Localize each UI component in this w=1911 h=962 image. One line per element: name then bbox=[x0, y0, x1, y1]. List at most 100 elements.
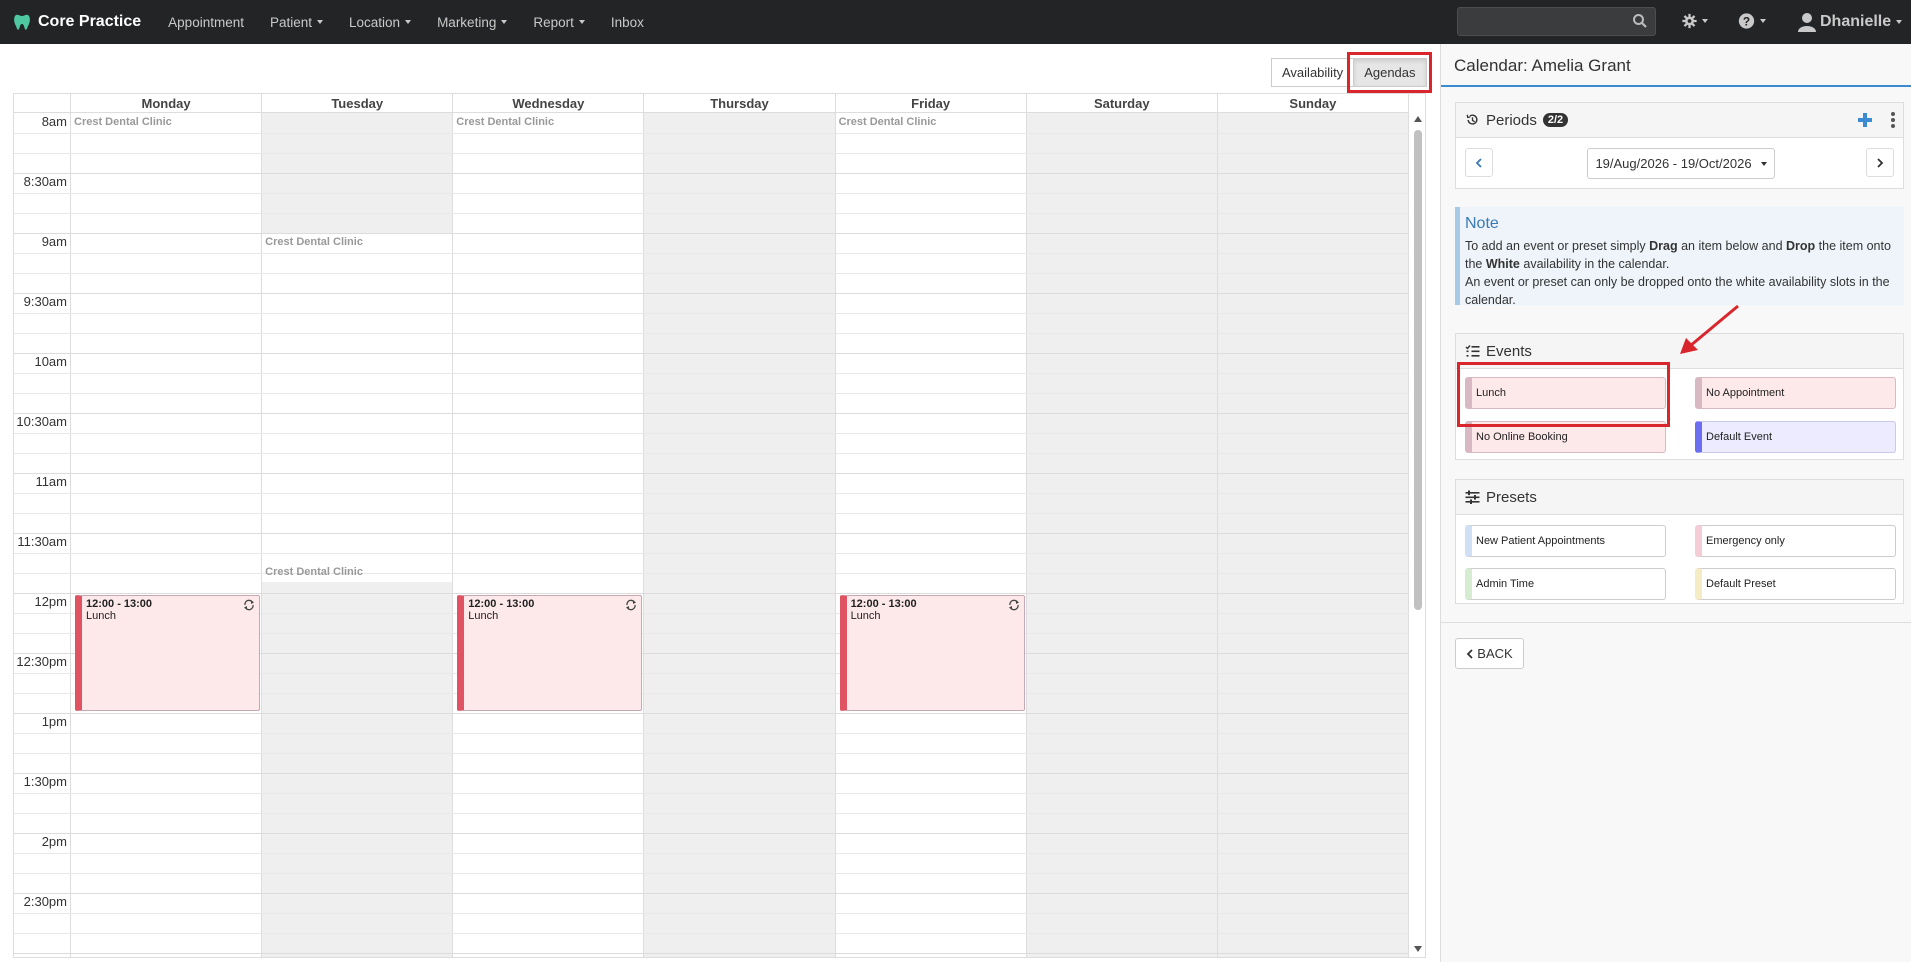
grid-line bbox=[14, 213, 1409, 214]
preset-item-label: New Patient Appointments bbox=[1476, 535, 1606, 547]
period-dropdown[interactable]: 19/Aug/2026 - 19/Oct/2026 bbox=[1587, 148, 1775, 179]
history-icon bbox=[1466, 114, 1478, 125]
preset-item-label: Emergency only bbox=[1706, 535, 1785, 547]
drag-drop-note: Note To add an event or preset simply Dr… bbox=[1455, 207, 1904, 307]
preset-item-emergency-only[interactable]: Emergency only bbox=[1695, 525, 1896, 557]
event-item-no-appointment[interactable]: No Appointment bbox=[1695, 377, 1896, 409]
time-label: 10am bbox=[34, 354, 67, 369]
add-period-plus-icon[interactable] bbox=[1857, 112, 1873, 128]
next-period-button[interactable] bbox=[1866, 148, 1894, 177]
nav-appointment[interactable]: Appointment bbox=[155, 0, 257, 44]
nav-report[interactable]: Report bbox=[520, 0, 598, 44]
help-menu[interactable]: ? bbox=[1738, 9, 1766, 33]
search-icon[interactable] bbox=[1632, 13, 1648, 29]
time-label: 2pm bbox=[41, 834, 67, 849]
caret-down-icon bbox=[578, 20, 585, 24]
time-label: 12pm bbox=[34, 594, 67, 609]
day-column-monday[interactable] bbox=[71, 113, 263, 957]
preset-item-label: Admin Time bbox=[1476, 578, 1535, 590]
event-title: Lunch bbox=[468, 610, 499, 622]
grid-line bbox=[14, 953, 1409, 954]
sliders-icon bbox=[1465, 490, 1480, 504]
availability-button[interactable]: Availability bbox=[1271, 58, 1355, 87]
recurring-icon bbox=[244, 599, 255, 611]
preset-item-default-preset[interactable]: Default Preset bbox=[1695, 568, 1896, 600]
clinic-label: Crest Dental Clinic bbox=[265, 236, 363, 248]
grid-line bbox=[14, 313, 1409, 314]
day-header-saturday: Saturday bbox=[1027, 94, 1218, 112]
clinic-label: Crest Dental Clinic bbox=[456, 116, 555, 128]
user-menu[interactable]: Dhanielle bbox=[1798, 0, 1903, 44]
grid-line bbox=[14, 393, 1409, 394]
preset-item-admin-time[interactable]: Admin Time bbox=[1465, 568, 1666, 600]
event-item-default-event[interactable]: Default Event bbox=[1695, 421, 1896, 453]
day-column-sunday[interactable] bbox=[1217, 113, 1409, 957]
nav-menu: Appointment Patient Location Marketing R… bbox=[155, 0, 657, 44]
calendar-event-lunch[interactable]: 12:00 - 13:00 Lunch bbox=[457, 595, 643, 711]
nav-marketing-label: Marketing bbox=[437, 14, 497, 30]
event-time: 12:00 - 13:00 bbox=[850, 598, 917, 610]
prev-period-button[interactable] bbox=[1465, 148, 1493, 177]
caret-down-icon bbox=[501, 20, 508, 24]
back-button[interactable]: BACK bbox=[1455, 638, 1524, 669]
note-text: an item below and bbox=[1677, 239, 1787, 253]
panel-title: Calendar: Amelia Grant bbox=[1454, 56, 1631, 75]
grid-line bbox=[14, 793, 1409, 794]
event-time: 12:00 - 13:00 bbox=[86, 598, 153, 610]
scroll-up-arrow-icon[interactable] bbox=[1414, 116, 1422, 122]
grid-line bbox=[14, 573, 1409, 574]
caret-down-icon bbox=[1896, 20, 1903, 24]
calendar-header: Monday Tuesday Wednesday Thursday Friday Satu… bbox=[14, 94, 1409, 113]
time-label: 8:30am bbox=[23, 174, 67, 189]
grid-line bbox=[14, 593, 1409, 594]
periods-box: Periods 2/2 19/Aug/2026 - 19/Oct/2026 bbox=[1455, 102, 1904, 189]
nav-report-label: Report bbox=[533, 14, 574, 30]
grid-line bbox=[14, 133, 1409, 134]
calendar-event-lunch[interactable]: 12:00 - 13:00 Lunch bbox=[75, 595, 261, 711]
grid-line bbox=[14, 413, 1409, 414]
note-line-1: To add an event or preset simply Drag an… bbox=[1465, 237, 1894, 273]
more-options-icon[interactable] bbox=[1889, 111, 1897, 129]
note-text: To add an event or preset simply bbox=[1465, 239, 1650, 253]
period-selector-row: 19/Aug/2026 - 19/Oct/2026 bbox=[1456, 138, 1903, 186]
calendar-side-panel: Calendar: Amelia Grant Periods 2/2 19/Au… bbox=[1440, 44, 1911, 962]
panel-divider bbox=[1441, 622, 1911, 623]
nav-patient[interactable]: Patient bbox=[257, 0, 336, 44]
calendar-event-lunch[interactable]: 12:00 - 13:00 Lunch bbox=[839, 595, 1025, 711]
grid-line bbox=[14, 933, 1409, 934]
grid-line bbox=[14, 553, 1409, 554]
scroll-down-arrow-icon[interactable] bbox=[1414, 946, 1422, 952]
day-header-tuesday: Tuesday bbox=[262, 94, 454, 112]
list-icon bbox=[1465, 345, 1480, 357]
calendar-body: 8am 8:30am 9am 9:30am 10am 10:30am 11am 11:30am… bbox=[14, 113, 1409, 957]
search-input[interactable] bbox=[1457, 7, 1656, 36]
nav-location[interactable]: Location bbox=[336, 0, 424, 44]
day-column-thursday[interactable] bbox=[644, 113, 836, 957]
scroll-thumb[interactable] bbox=[1414, 130, 1422, 610]
nav-marketing[interactable]: Marketing bbox=[424, 0, 520, 44]
day-column-saturday[interactable] bbox=[1026, 113, 1218, 957]
back-label: BACK bbox=[1477, 646, 1513, 661]
grid-line bbox=[14, 813, 1409, 814]
nav-inbox-label: Inbox bbox=[610, 14, 644, 30]
preset-item-new-patient-appointments[interactable]: New Patient Appointments bbox=[1465, 525, 1666, 557]
settings-menu[interactable] bbox=[1682, 9, 1708, 33]
day-column-friday[interactable] bbox=[836, 113, 1027, 957]
user-name: Dhanielle bbox=[1820, 13, 1892, 30]
caret-down-icon bbox=[1760, 19, 1766, 23]
calendar-scrollbar[interactable] bbox=[1412, 112, 1424, 956]
time-label: 2:30pm bbox=[23, 894, 67, 909]
nav-inbox[interactable]: Inbox bbox=[598, 0, 657, 44]
nav-appointment-label: Appointment bbox=[168, 14, 244, 30]
top-navbar: Core Practice Appointment Patient Locati… bbox=[0, 0, 1911, 44]
day-column-wednesday[interactable] bbox=[453, 113, 645, 957]
grid-line bbox=[14, 733, 1409, 734]
lunch-highlight-box bbox=[1457, 362, 1670, 427]
periods-count-badge: 2/2 bbox=[1542, 113, 1569, 127]
chevron-left-icon bbox=[1467, 648, 1473, 659]
preset-item-label: Default Preset bbox=[1706, 578, 1776, 590]
caret-down-icon bbox=[405, 20, 412, 24]
nav-location-label: Location bbox=[349, 14, 401, 30]
day-header-monday: Monday bbox=[71, 94, 263, 112]
brand[interactable]: Core Practice bbox=[12, 12, 141, 32]
